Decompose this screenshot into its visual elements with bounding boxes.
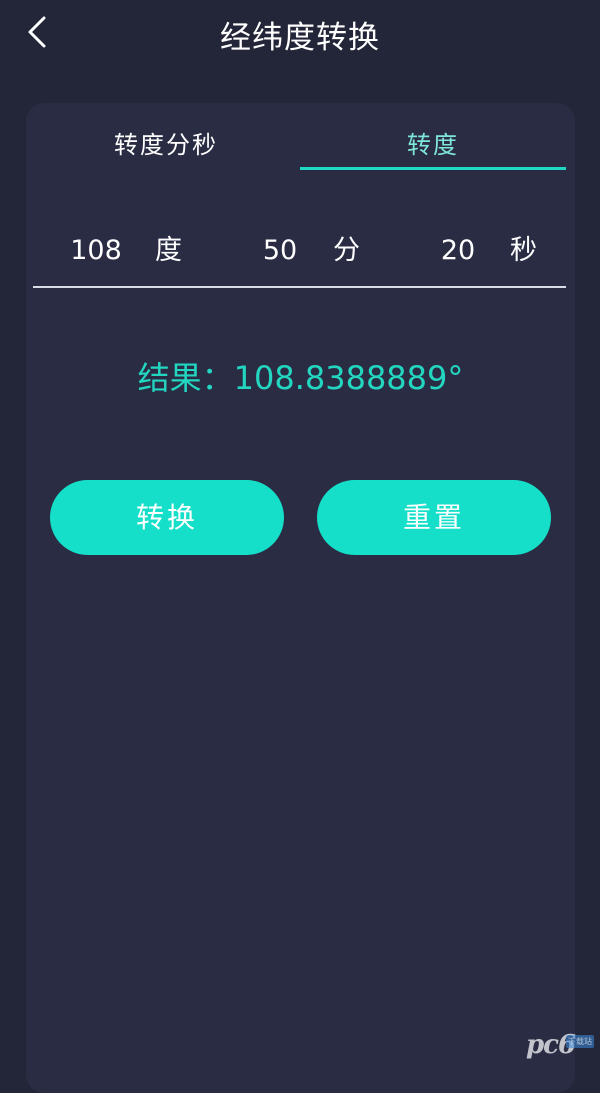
tab-to-dms[interactable]: 转度分秒 bbox=[33, 127, 299, 171]
convert-button[interactable]: 转换 bbox=[50, 480, 284, 555]
minute-unit-label: 分 bbox=[333, 235, 360, 266]
degree-unit-label: 度 bbox=[155, 235, 182, 266]
active-tab-indicator bbox=[300, 167, 566, 170]
page-title: 经纬度转换 bbox=[220, 20, 380, 56]
watermark-logo: pc6 下载站 bbox=[526, 1029, 594, 1063]
result-text: 结果：108.8388889° bbox=[137, 359, 464, 397]
reset-button[interactable]: 重置 bbox=[317, 480, 551, 555]
minute-input[interactable]: 50 bbox=[255, 231, 305, 271]
top-bar: 经纬度转换 bbox=[0, 0, 600, 70]
degree-input[interactable]: 108 bbox=[61, 231, 131, 271]
converter-card: 转度分秒 转度 108 度 50 分 20 秒 结果：108.8388889° … bbox=[26, 103, 575, 1093]
tab-to-degree[interactable]: 转度 bbox=[300, 127, 566, 171]
dms-input-row: 108 度 50 分 20 秒 bbox=[33, 231, 566, 281]
second-input[interactable]: 20 bbox=[433, 231, 483, 271]
input-underline bbox=[33, 286, 566, 288]
watermark-sub: 下载站 bbox=[566, 1035, 594, 1048]
second-unit-label: 秒 bbox=[510, 235, 537, 266]
